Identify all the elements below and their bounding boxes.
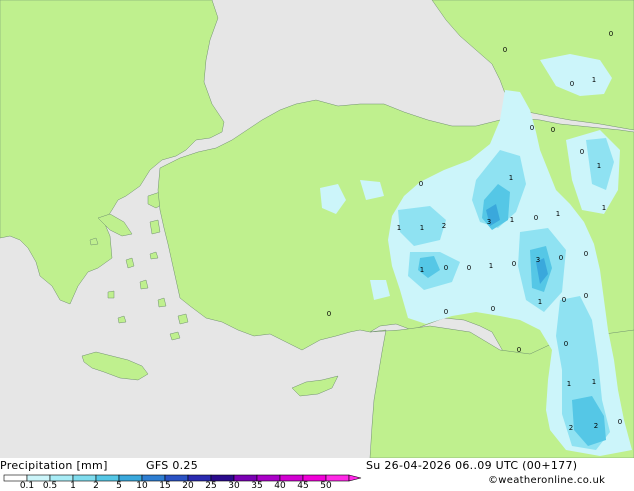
precip-value-label: 1: [510, 216, 514, 224]
precip-value-label: 1: [538, 298, 542, 306]
precip-value-label: 0: [444, 264, 448, 272]
precip-value-label: 0: [609, 30, 613, 38]
precip-value-label: 0: [618, 418, 622, 426]
precip-value-label: 0: [419, 180, 423, 188]
precip-value-label: 0: [559, 254, 563, 262]
precip-value-label: 0: [444, 308, 448, 316]
precip-value-label: 0: [491, 305, 495, 313]
precip-value-label: 3: [487, 218, 491, 226]
precip-value-label: 1: [602, 204, 606, 212]
precip-value-label: 0: [584, 292, 588, 300]
valid-time: Su 26-04-2026 06..09 UTC (00+177): [366, 459, 578, 472]
precip-value-label: 0: [327, 310, 331, 318]
precip-value-label: 1: [489, 262, 493, 270]
chios-island: [149, 219, 161, 235]
chart-title: Precipitation [mm]: [0, 459, 108, 472]
precip-value-label: 0: [570, 80, 574, 88]
precip-value-label: 0: [512, 260, 516, 268]
model-name: GFS 0.25: [146, 459, 199, 472]
precip-value-label: 2: [594, 422, 598, 430]
precip-value-label: 0: [517, 346, 521, 354]
precip-value-label: 0: [534, 214, 538, 222]
precip-value-label: 0: [580, 148, 584, 156]
precip-value-label: 0: [564, 340, 568, 348]
precip-value-label: 1: [592, 76, 596, 84]
precip-value-label: 2: [442, 222, 446, 230]
precip-value-label: 1: [567, 380, 571, 388]
precip-value-label: 1: [509, 174, 513, 182]
precip-value-label: 3: [536, 256, 540, 264]
precip-value-label: 0: [551, 126, 555, 134]
precip-value-label: 0: [530, 124, 534, 132]
precip-value-label: 1: [556, 210, 560, 218]
precipitation-map: 0 0 1 0 0 0 0 1 0 1 1 1 1 2 3 1 0 1 1 0 0 1 0 3 0 0 1 0 0 0 0 0 1 1 2 2 0 0 0: [0, 0, 634, 458]
precip-value-label: 2: [569, 424, 573, 432]
precip-value-label: 1: [420, 224, 424, 232]
precip-value-label: 0: [503, 46, 507, 54]
precip-value-label: 0: [467, 264, 471, 272]
precip-value-label: 1: [397, 224, 401, 232]
precip-value-label: 0: [562, 296, 566, 304]
precip-value-label: 0: [584, 250, 588, 258]
scale-arrow: [348, 474, 362, 482]
precip-value-label: 1: [420, 266, 424, 274]
precip-value-label: 1: [592, 378, 596, 386]
precip-value-label: 1: [597, 162, 601, 170]
